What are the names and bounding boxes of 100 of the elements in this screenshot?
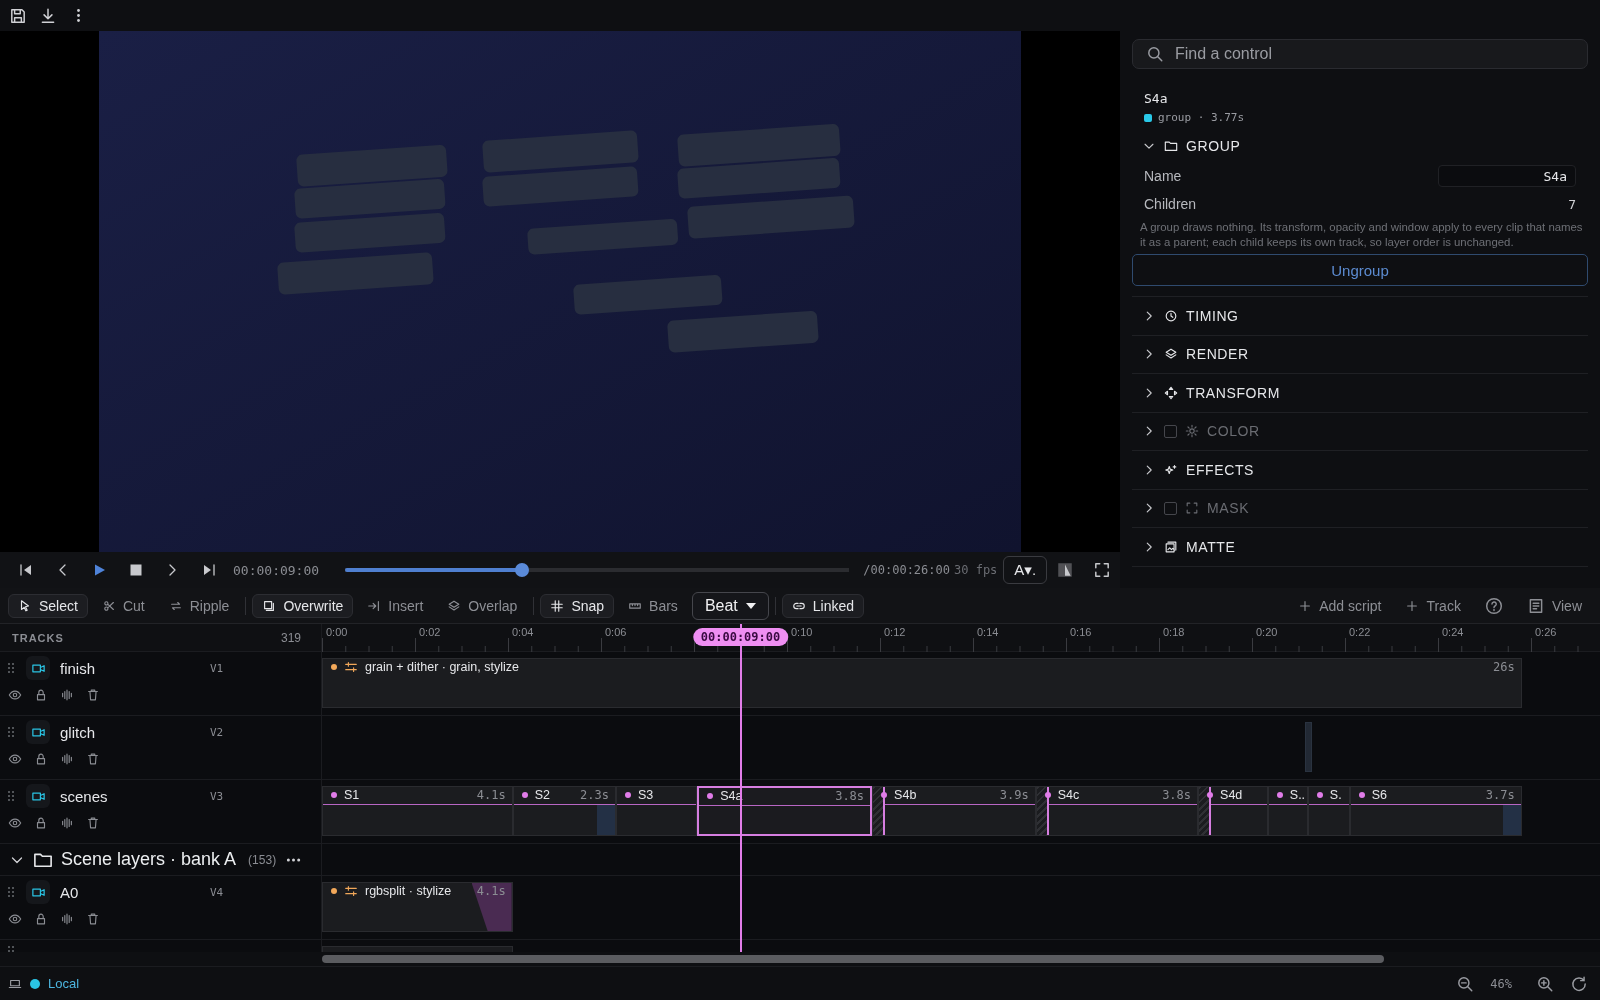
name-field[interactable]: S4a: [1438, 165, 1576, 187]
waveform-icon[interactable]: [60, 688, 74, 702]
section-header[interactable]: MATTE: [1132, 527, 1588, 566]
trash-icon[interactable]: [86, 816, 100, 830]
layers-icon: [447, 598, 462, 613]
reset-icon[interactable]: [1570, 974, 1588, 993]
ungroup-button[interactable]: Ungroup: [1132, 254, 1588, 286]
field-label: Children: [1144, 196, 1197, 212]
grid-button[interactable]: Bars: [618, 593, 688, 618]
clip-dot: [331, 664, 337, 670]
mode-button[interactable]: Insert: [357, 593, 434, 618]
more-icon[interactable]: [286, 856, 302, 863]
clip-duration: 3.9s: [999, 788, 1029, 802]
zoom-out-icon[interactable]: [1456, 974, 1475, 993]
timeline-clip[interactable]: S..: [1267, 786, 1308, 836]
scrubber-thumb[interactable]: [514, 563, 529, 577]
section-header[interactable]: RENDER: [1132, 334, 1588, 373]
timeline-clip[interactable]: rgbsplit · stylize 4.1s: [322, 882, 513, 932]
section-header[interactable]: COLOR: [1132, 411, 1588, 450]
frame-rate: 30 fps: [954, 563, 998, 577]
group-count: (153): [248, 852, 277, 867]
track-id: V1: [210, 661, 224, 675]
mode-button[interactable]: Overwrite: [252, 593, 354, 618]
timeline-clip[interactable]: S4c 3.8s: [1035, 786, 1199, 836]
trash-icon[interactable]: [86, 688, 100, 702]
track-id: V4: [210, 885, 224, 899]
aspect-button[interactable]: A▾.: [1003, 556, 1048, 584]
time-label: 0:12: [884, 626, 906, 638]
waveform-icon[interactable]: [60, 752, 74, 766]
playhead-timecode[interactable]: 00:00:09:00: [692, 628, 789, 646]
clip-dot: [1044, 792, 1051, 798]
eye-icon[interactable]: [8, 912, 22, 926]
clip-dot: [331, 888, 337, 894]
sliders-icon: [344, 660, 358, 674]
track-name: scenes: [60, 787, 109, 805]
grid-unit-dropdown[interactable]: Beat: [691, 591, 769, 620]
mode-button[interactable]: Overlap: [437, 593, 528, 618]
clip-label: S.: [1329, 788, 1342, 802]
lock-icon[interactable]: [34, 752, 48, 766]
eye-icon[interactable]: [8, 752, 22, 766]
time-label: 0:22: [1349, 626, 1371, 638]
section-header[interactable]: TIMING: [1132, 296, 1588, 335]
track-id: V2: [210, 725, 224, 739]
timeline-clip[interactable]: S4d: [1198, 786, 1268, 836]
lock-icon[interactable]: [34, 688, 48, 702]
section-header[interactable]: EFFECTS: [1132, 450, 1588, 489]
timeline-clip[interactable]: S2 2.3s: [512, 786, 616, 836]
clip-dot: [1358, 792, 1365, 798]
trash-icon[interactable]: [86, 912, 100, 926]
sparkle-icon: [1164, 462, 1178, 477]
more-icon: [76, 9, 80, 22]
tool-button[interactable]: Select: [8, 593, 88, 618]
tool-button[interactable]: Ripple: [158, 593, 240, 618]
section-header[interactable]: TRANSFORM: [1132, 373, 1588, 412]
drag-handle-icon[interactable]: [8, 727, 14, 737]
move-arrows-icon: [1164, 385, 1178, 400]
description-text: A group draws nothing. Its transform, opacity and window apply to every clip that names it as a parent; each child keeps its own track, so layer order is unchanged.: [1140, 220, 1584, 250]
zoom-in-icon[interactable]: [1536, 974, 1554, 993]
lock-icon[interactable]: [34, 912, 48, 926]
checkbox[interactable]: [1164, 501, 1177, 515]
timeline-clip[interactable]: [1305, 722, 1313, 772]
tool-button[interactable]: Cut: [91, 593, 155, 618]
scrollbar-thumb[interactable]: [322, 955, 1384, 963]
section-header[interactable]: MASK: [1132, 488, 1588, 527]
drag-handle-icon[interactable]: [8, 887, 14, 897]
time-label: 0:18: [1163, 626, 1185, 638]
drag-handle-icon[interactable]: [8, 791, 14, 801]
search-field[interactable]: Find a control: [1132, 39, 1588, 69]
clip-duration: 26s: [1493, 660, 1515, 674]
grid-icon: [550, 598, 565, 613]
caret-icon: [745, 602, 756, 609]
timeline-clip[interactable]: S3: [615, 786, 698, 836]
timeline-clip[interactable]: S6 3.7s: [1349, 786, 1522, 836]
cursor-icon: [18, 598, 32, 613]
clip-meta: group · 3.77s: [1158, 111, 1245, 124]
waveform-icon[interactable]: [60, 816, 74, 830]
timeline-clip[interactable]: S4b 3.9s: [872, 786, 1036, 836]
timeline-clip[interactable]: S.: [1307, 786, 1350, 836]
clip-label: S4b: [894, 788, 917, 802]
clip-duration: 3.8s: [1162, 788, 1192, 802]
fullscreen-icon: [1092, 561, 1111, 579]
eye-icon[interactable]: [8, 688, 22, 702]
drag-handle-icon[interactable]: [8, 663, 14, 673]
clip-label: S6: [1371, 788, 1387, 802]
checkbox[interactable]: [1164, 424, 1177, 438]
timeline-clip[interactable]: S1 4.1s: [322, 786, 513, 836]
eye-icon[interactable]: [8, 816, 22, 830]
linked-button[interactable]: Linked: [781, 593, 865, 618]
trash-icon[interactable]: [86, 752, 100, 766]
view-button[interactable]: View: [1516, 593, 1592, 618]
time-label: 0:24: [1442, 626, 1464, 638]
connection-status[interactable]: Local: [48, 976, 80, 991]
add-button[interactable]: Track: [1395, 593, 1471, 618]
clip-label: S4d: [1220, 788, 1243, 802]
add-button[interactable]: Add script: [1288, 593, 1392, 618]
section-header[interactable]: GROUP: [1132, 130, 1588, 162]
waveform-icon[interactable]: [60, 912, 74, 926]
timeline-clip[interactable]: grain + dither · grain, stylize 26s: [322, 658, 1522, 708]
grid-button[interactable]: Snap: [540, 593, 615, 618]
lock-icon[interactable]: [34, 816, 48, 830]
